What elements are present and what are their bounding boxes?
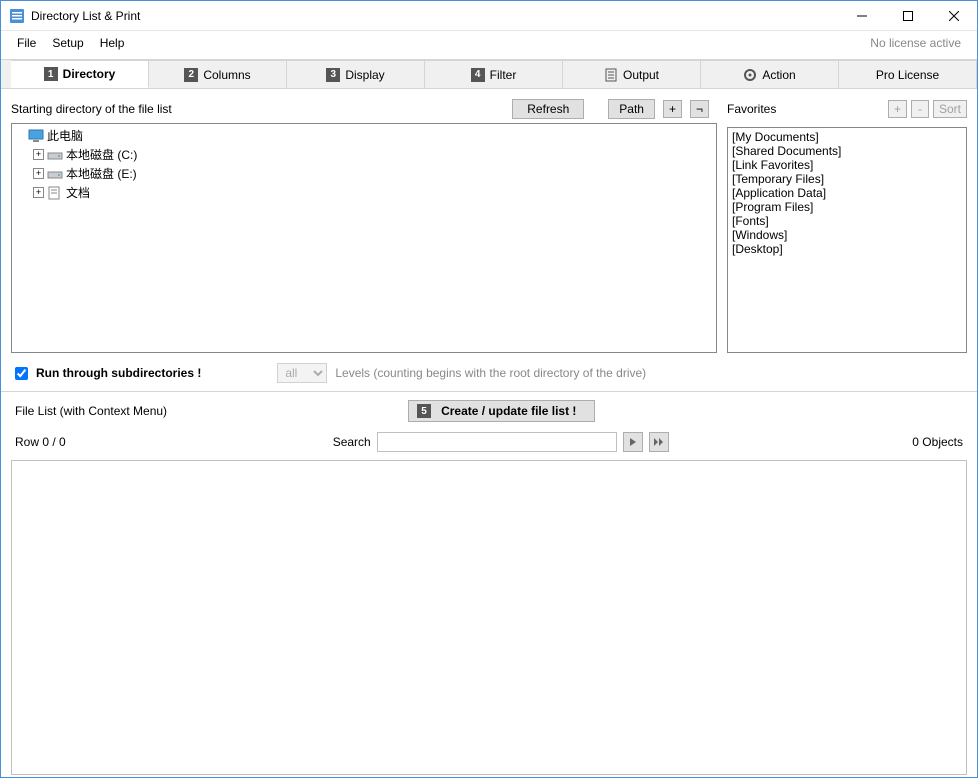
tree-node-label: 本地磁盘 (E:) [66, 165, 137, 182]
favorite-item[interactable]: [Desktop] [730, 242, 964, 256]
favorite-item[interactable]: [Windows] [730, 228, 964, 242]
menubar: File Setup Help No license active [1, 31, 977, 55]
menu-file[interactable]: File [9, 33, 44, 53]
menu-setup[interactable]: Setup [44, 33, 91, 53]
menu-help[interactable]: Help [92, 33, 133, 53]
favorite-item[interactable]: [Temporary Files] [730, 172, 964, 186]
refresh-button[interactable]: Refresh [512, 99, 584, 119]
subdirectories-row: Run through subdirectories ! all Levels … [11, 353, 967, 391]
levels-select[interactable]: all [277, 363, 327, 383]
document-icon [604, 68, 618, 82]
search-last-button[interactable] [649, 432, 669, 452]
path-add-button[interactable]: + [663, 100, 682, 118]
file-list-area[interactable] [11, 460, 967, 775]
tab-label: Columns [203, 68, 250, 82]
create-badge: 5 [417, 404, 431, 418]
drive-icon [47, 167, 63, 181]
tree-node[interactable]: + 本地磁盘 (E:) [14, 164, 714, 183]
tab-display[interactable]: 3 Display [287, 60, 425, 88]
favorites-remove-button[interactable]: - [911, 100, 929, 118]
maximize-button[interactable] [885, 1, 931, 31]
gear-icon [743, 68, 757, 82]
license-status: No license active [870, 36, 969, 50]
expander-icon[interactable]: + [33, 168, 44, 179]
computer-icon [28, 129, 44, 143]
tab-label: Directory [63, 67, 116, 81]
search-row: Row 0 / 0 Search 0 Objects [11, 430, 967, 460]
tab-label: Filter [490, 68, 517, 82]
favorites-sort-button[interactable]: Sort [933, 100, 967, 118]
favorite-item[interactable]: [Shared Documents] [730, 144, 964, 158]
tree-node-label: 本地磁盘 (C:) [66, 146, 137, 163]
tab-filter[interactable]: 4 Filter [425, 60, 563, 88]
panels-row: 此电脑+本地磁盘 (C:)+本地磁盘 (E:)+文档 [My Documents… [11, 123, 967, 353]
filelist-context-label: File List (with Context Menu) [15, 404, 167, 418]
favorite-item[interactable]: [Application Data] [730, 186, 964, 200]
minimize-button[interactable] [839, 1, 885, 31]
tab-number-badge: 3 [326, 68, 340, 82]
tab-pro-license[interactable]: Pro License [839, 60, 977, 88]
tab-output[interactable]: Output [563, 60, 701, 88]
tree-node-label: 此电脑 [47, 127, 83, 144]
tab-columns[interactable]: 2 Columns [149, 60, 287, 88]
run-subdirectories-label: Run through subdirectories ! [36, 366, 201, 380]
run-subdirectories-checkbox[interactable] [15, 367, 28, 380]
create-filelist-button[interactable]: 5 Create / update file list ! [408, 400, 595, 422]
favorite-item[interactable]: [Program Files] [730, 200, 964, 214]
objects-status: 0 Objects [912, 435, 963, 449]
favorite-item[interactable]: [Fonts] [730, 214, 964, 228]
tree-node[interactable]: 此电脑 [14, 126, 714, 145]
drive-icon [47, 148, 63, 162]
tree-node[interactable]: + 文档 [14, 183, 714, 202]
titlebar: Directory List & Print [1, 1, 977, 31]
tab-label: Output [623, 68, 659, 82]
window-title: Directory List & Print [31, 9, 839, 23]
favorites-label: Favorites [727, 102, 884, 116]
tab-number-badge: 2 [184, 68, 198, 82]
tree-node-label: 文档 [66, 184, 90, 201]
directory-tree[interactable]: 此电脑+本地磁盘 (C:)+本地磁盘 (E:)+文档 [11, 123, 717, 353]
favorite-item[interactable]: [My Documents] [730, 130, 964, 144]
favorites-list[interactable]: [My Documents][Shared Documents][Link Fa… [727, 127, 967, 353]
tree-node[interactable]: + 本地磁盘 (C:) [14, 145, 714, 164]
tab-label: Pro License [876, 68, 939, 82]
document-icon [47, 186, 63, 200]
search-next-button[interactable] [623, 432, 643, 452]
tabstrip: 1 Directory 2 Columns 3 Display 4 Filter Output A… [1, 59, 977, 89]
filelist-header: File List (with Context Menu) 5 Create /… [11, 392, 967, 430]
path-undo-button[interactable]: ¬ [690, 100, 709, 118]
path-button[interactable]: Path [608, 99, 655, 119]
tab-directory[interactable]: 1 Directory [11, 60, 149, 88]
tab-label: Action [762, 68, 795, 82]
favorites-add-button[interactable]: + [888, 100, 907, 118]
favorite-item[interactable]: [Link Favorites] [730, 158, 964, 172]
expander-icon[interactable]: + [33, 187, 44, 198]
levels-hint: Levels (counting begins with the root di… [335, 366, 646, 380]
tab-number-badge: 4 [471, 68, 485, 82]
search-label: Search [333, 435, 371, 449]
favorites-panel: [My Documents][Shared Documents][Link Fa… [727, 123, 967, 353]
close-button[interactable] [931, 1, 977, 31]
expander-icon[interactable]: + [33, 149, 44, 160]
tab-number-badge: 1 [44, 67, 58, 81]
tab-label: Display [345, 68, 384, 82]
create-label: Create / update file list ! [441, 404, 576, 418]
tab-action[interactable]: Action [701, 60, 839, 88]
starting-directory-label: Starting directory of the file list [11, 102, 504, 116]
app-icon [9, 8, 25, 24]
search-input[interactable] [377, 432, 617, 452]
row-status: Row 0 / 0 [15, 435, 66, 449]
directory-controls: Starting directory of the file list Refr… [11, 99, 967, 119]
content-area: Starting directory of the file list Refr… [1, 89, 977, 777]
